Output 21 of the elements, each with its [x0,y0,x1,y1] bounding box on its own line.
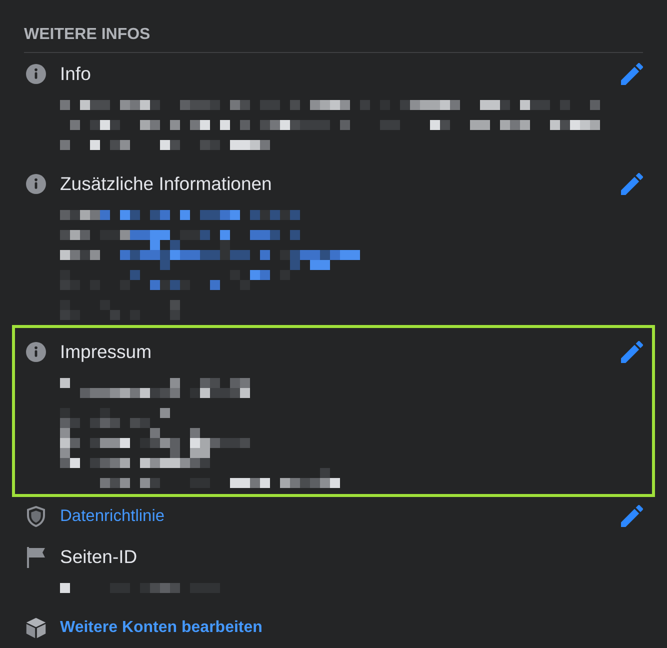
section-title: Info [60,62,91,86]
section-title: Seiten-ID [60,545,138,569]
shield-icon [27,506,45,526]
pencil-icon [621,341,643,363]
edit-button[interactable] [621,505,643,527]
edit-button[interactable] [621,341,643,363]
info-icon [26,64,46,84]
cube-icon [25,617,47,639]
pencil-icon [621,505,643,527]
edit-button[interactable] [621,173,643,195]
section-title: Zusätzliche Informationen [60,172,272,196]
pencil-icon [621,173,643,195]
info-icon [26,342,46,362]
accounts-link[interactable]: Weitere Konten bearbeiten [60,616,262,640]
section-heading: WEITERE INFOS [24,25,150,45]
info-icon [26,174,46,194]
edit-button[interactable] [621,63,643,85]
flag-icon [26,546,46,568]
pencil-icon [621,63,643,85]
section-title: Impressum [60,340,152,364]
policy-link[interactable]: Datenrichtlinie [60,504,165,528]
